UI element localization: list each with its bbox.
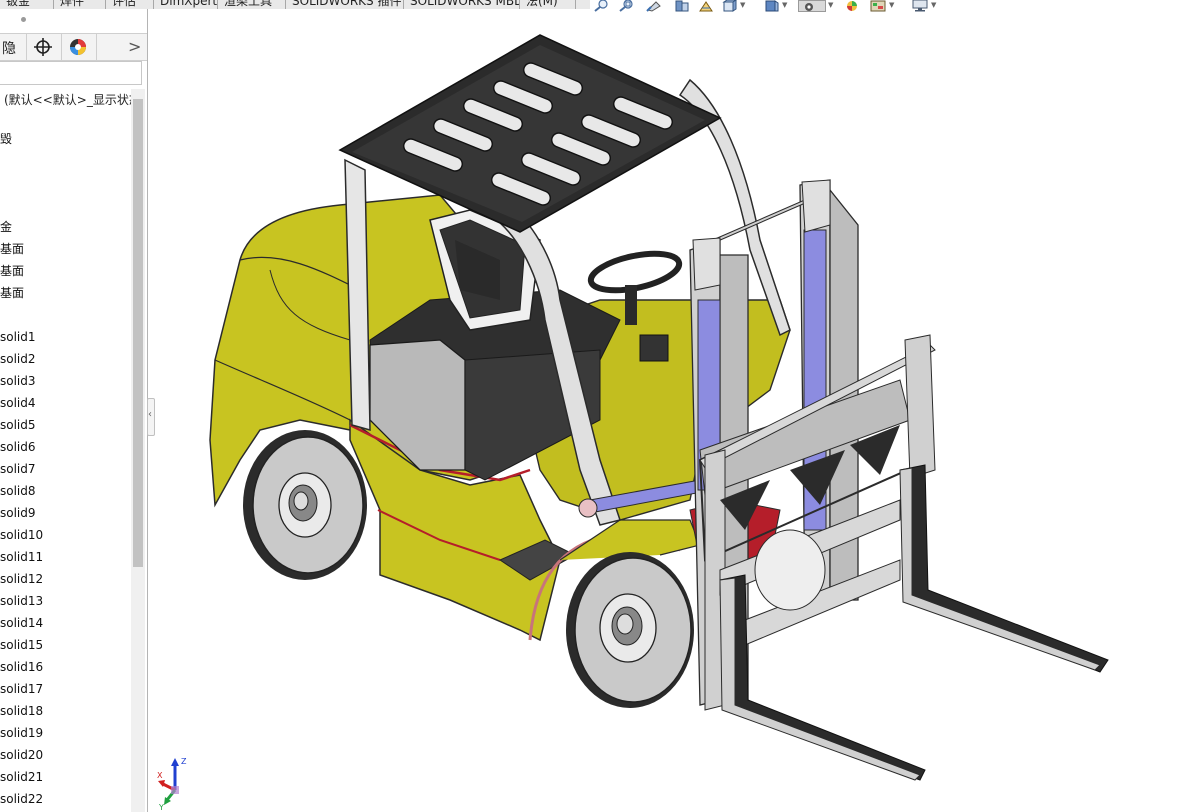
triad-y-label: Y [158,803,164,812]
display-style-icon[interactable] [764,0,780,12]
tab-weldments[interactable]: 焊件 [54,0,106,9]
tree-item[interactable]: solid22 [0,789,43,809]
tab-dimxpert-manager[interactable] [26,34,62,60]
previous-view-icon[interactable] [646,0,662,12]
hide-show-items-icon[interactable] [798,0,826,12]
tree-item[interactable]: 基面 [0,283,24,303]
tree-item[interactable]: solid5 [0,415,36,435]
display-manager-icon [70,39,86,55]
view-settings-icon[interactable] [912,0,928,12]
tree-item[interactable]: solid20 [0,745,43,765]
apply-scene-icon[interactable] [870,0,886,12]
feature-manager-icon: 隐 [2,41,16,57]
tab-display-manager[interactable] [61,34,97,60]
tree-item[interactable]: solid3 [0,371,36,391]
tab-render-tools[interactable]: 渲染工具 [218,0,286,9]
zoom-to-area-icon[interactable] [619,0,635,12]
tree-item[interactable]: solid12 [0,569,43,589]
zoom-to-fit-icon[interactable] [594,0,610,12]
triad-z-label: Z [181,757,187,766]
tree-item[interactable]: solid9 [0,503,36,523]
edit-appearance-icon[interactable] [844,0,860,12]
tree-item[interactable]: solid6 [0,437,36,457]
tree-item[interactable]: solid14 [0,613,43,633]
panel-splitter-handle[interactable]: ‹ [147,398,155,436]
tab-solidworks-addins[interactable]: SOLIDWORKS 插件 [286,0,404,9]
chevron-down-icon[interactable]: ▼ [931,1,936,9]
tree-item[interactable]: solid16 [0,657,43,677]
tab-method[interactable]: 法(M) [520,0,576,9]
expand-tabs-button[interactable]: > [128,37,141,56]
tree-item[interactable]: 金 [0,217,12,237]
tree-item[interactable]: solid21 [0,767,43,787]
section-view-icon[interactable] [674,0,690,12]
graphics-viewport[interactable] [155,14,1183,812]
triad-x-label: X [157,771,163,780]
tab-evaluate[interactable]: 评估 [106,0,154,9]
tree-item[interactable]: solid13 [0,591,43,611]
tree-item[interactable]: solid17 [0,679,43,699]
feature-manager-panel: 隐 > (默认<<默认>_显示状态 ^ 毁金基面基面基面solid1solid2… [0,9,148,812]
tree-scrollbar[interactable] [131,89,145,812]
tree-item[interactable]: 毁 [0,129,12,149]
tree-item[interactable]: solid19 [0,723,43,743]
dynamic-annotation-icon[interactable] [698,0,714,12]
tab-dimxpert[interactable]: DimXpert [154,0,218,9]
chevron-down-icon[interactable]: ▼ [828,1,833,9]
tree-filter-input[interactable] [0,61,142,85]
tree-item[interactable]: solid15 [0,635,43,655]
ribbon-tab-strip: 钣金 焊件 评估 DimXpert 渲染工具 SOLIDWORKS 插件 SOL… [0,0,590,9]
heads-up-view-toolbar: ▼ ▼ ▼ ▼ ▼ [590,0,950,14]
tree-item[interactable]: solid11 [0,547,43,567]
chevron-down-icon[interactable]: ▼ [740,1,745,9]
tree-item[interactable]: 基面 [0,261,24,281]
tree-item[interactable]: solid4 [0,393,36,413]
crosshair-icon [34,38,52,56]
panel-grip[interactable] [0,9,147,33]
tab-solidworks-mbd[interactable]: SOLIDWORKS MBD [404,0,520,9]
tree-item[interactable]: solid18 [0,701,43,721]
tree-item[interactable]: solid8 [0,481,36,501]
tree-item[interactable]: solid2 [0,349,36,369]
chevron-down-icon[interactable]: ▼ [889,1,894,9]
view-orientation-icon[interactable] [722,0,738,12]
tree-root-row[interactable]: (默认<<默认>_显示状态 ^ [0,89,145,107]
tree-item[interactable]: solid10 [0,525,43,545]
tree-root-label: (默认<<默认>_显示状态 [4,93,141,107]
forklift-model[interactable] [209,34,1109,781]
tab-feature-manager[interactable]: 隐 [0,34,27,60]
tree-item[interactable]: 基面 [0,239,24,259]
tree-item[interactable]: solid1 [0,327,36,347]
scrollbar-thumb[interactable] [133,99,143,567]
feature-tree: 毁金基面 基面 基面 solid1 solid2 solid3 solid4 solid5 so… [0,107,131,812]
tree-item[interactable]: solid7 [0,459,36,479]
reference-triad: Z X Y [157,757,187,812]
chevron-down-icon[interactable]: ▼ [782,1,787,9]
tab-sheet-metal[interactable]: 钣金 [0,0,54,9]
panel-tab-bar: 隐 > [0,33,147,61]
